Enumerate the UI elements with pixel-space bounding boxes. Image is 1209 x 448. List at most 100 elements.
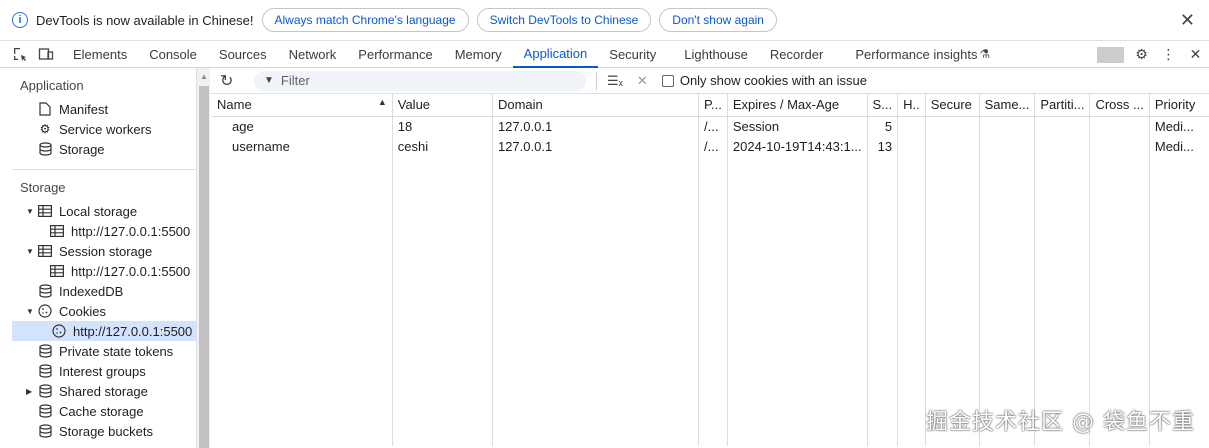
cell-priority: Medi...	[1154, 138, 1194, 154]
collapse-arrow-icon[interactable]: ▶	[26, 387, 36, 396]
tab-memory[interactable]: Memory	[444, 41, 513, 68]
tab-performance-insights[interactable]: Performance insights	[844, 41, 979, 68]
database-icon	[38, 284, 52, 298]
column-header-domain[interactable]: Domain	[492, 94, 700, 117]
delete-selected-icon[interactable]: ✕	[637, 73, 648, 89]
tab-sources[interactable]: Sources	[208, 41, 278, 68]
only-issues-checkbox[interactable]	[661, 74, 674, 87]
column-header-samesite[interactable]: Same...	[979, 94, 1036, 117]
cookies-table: Name ▲ Value Domain P... Expires / Max-Ag…	[212, 94, 1209, 446]
column-header-size[interactable]: S...	[867, 94, 899, 117]
cell-expires: Session	[727, 116, 868, 136]
refresh-icon[interactable]: ↻	[220, 71, 240, 91]
close-infobar-icon[interactable]: ✕	[1180, 10, 1195, 31]
expand-arrow-icon[interactable]: ▼	[26, 247, 36, 256]
device-toolbar-icon[interactable]	[38, 46, 54, 62]
database-icon	[38, 344, 52, 358]
table-icon	[50, 264, 64, 278]
tab-console[interactable]: Console	[138, 41, 208, 68]
database-icon	[38, 142, 52, 156]
sidebar-item-label: Interest groups	[59, 363, 146, 379]
sidebar-item-local-storage[interactable]: ▼ Local storage	[26, 201, 137, 221]
tab-elements[interactable]: Elements	[62, 41, 138, 68]
column-header-path[interactable]: P...	[698, 94, 728, 117]
settings-gear-icon[interactable]: ⚙	[1128, 46, 1155, 63]
only-issues-label: Only show cookies with an issue	[679, 73, 867, 88]
column-header-value[interactable]: Value	[392, 94, 493, 117]
sidebar-item-cache-storage[interactable]: Cache storage	[38, 401, 144, 421]
scroll-up-arrow-icon[interactable]: ▲	[200, 72, 208, 81]
column-header-name[interactable]: Name ▲	[212, 94, 393, 117]
tab-security[interactable]: Security	[598, 41, 667, 68]
column-header-expires[interactable]: Expires / Max-Age	[727, 94, 868, 117]
cell-priority: Medi...	[1154, 118, 1194, 134]
cell-name: username	[212, 136, 393, 156]
sidebar-item-service-workers[interactable]: ⚙ Service workers	[38, 119, 152, 139]
table-row[interactable]: username ceshi 127.0.0.1 /... 2024-10-19…	[212, 136, 1209, 156]
document-icon	[38, 102, 52, 116]
close-devtools-icon[interactable]: ✕	[1182, 46, 1209, 63]
column-header-cross-site[interactable]: Cross ...	[1089, 94, 1150, 117]
sidebar-item-cookies[interactable]: ▼ Cookies	[26, 301, 106, 321]
divider	[12, 169, 196, 170]
cell-secure	[925, 136, 980, 156]
tab-recorder[interactable]: Recorder	[759, 41, 834, 68]
sidebar-item-private-state-tokens[interactable]: Private state tokens	[38, 341, 173, 361]
application-sidebar: Application Manifest ⚙ Service workers S…	[0, 68, 196, 448]
sidebar-item-label: Cookies	[59, 303, 106, 319]
language-infobar: i DevTools is now available in Chinese! …	[0, 0, 1209, 40]
column-header-partition[interactable]: Partiti...	[1034, 94, 1091, 117]
sidebar-item-session-storage[interactable]: ▼ Session storage	[26, 241, 152, 261]
tab-application[interactable]: Application	[512, 41, 599, 68]
sidebar-scrollbar[interactable]: ▲	[196, 68, 210, 448]
cell-samesite	[979, 116, 1036, 136]
cell-secure	[925, 116, 980, 136]
tab-lighthouse[interactable]: Lighthouse	[673, 41, 759, 68]
clear-filtered-cookies-icon[interactable]: ☰ₓ	[607, 73, 623, 89]
dont-show-again-button[interactable]: Don't show again	[659, 8, 777, 32]
tab-performance[interactable]: Performance	[347, 41, 443, 68]
devtools-tabbar: Elements Console Sources Network Perform…	[0, 40, 1209, 68]
switch-to-chinese-button[interactable]: Switch DevTools to Chinese	[476, 8, 652, 32]
sidebar-item-label: Shared storage	[59, 383, 148, 399]
sidebar-item-label: Cache storage	[59, 403, 144, 419]
sidebar-item-label: http://127.0.0.1:5500	[71, 223, 191, 239]
cell-size: 13	[867, 136, 899, 156]
filter-icon: ▼	[264, 75, 274, 86]
expand-arrow-icon[interactable]: ▼	[26, 307, 36, 316]
table-icon	[38, 204, 52, 218]
filter-placeholder: Filter	[280, 73, 310, 88]
cell-httponly	[897, 136, 926, 156]
tab-network[interactable]: Network	[278, 41, 348, 68]
sidebar-item-local-storage-origin[interactable]: http://127.0.0.1:5500	[50, 221, 190, 241]
sidebar-item-storage[interactable]: Storage	[38, 139, 105, 159]
expand-arrow-icon[interactable]: ▼	[26, 207, 36, 216]
sidebar-item-label: Manifest	[59, 101, 109, 117]
watermark: 掘金技术社区 @ 袋鱼不重	[926, 410, 1195, 435]
more-options-icon[interactable]: ⋮	[1155, 46, 1182, 63]
sidebar-item-shared-storage[interactable]: ▶ Shared storage	[26, 381, 148, 401]
cell-cross-site	[1089, 116, 1150, 136]
column-header-secure[interactable]: Secure	[925, 94, 980, 117]
table-row[interactable]: age 18 127.0.0.1 /... Session 5 Medi...	[212, 116, 1209, 136]
sidebar-item-manifest[interactable]: Manifest	[38, 99, 108, 119]
always-match-language-button[interactable]: Always match Chrome's language	[261, 8, 469, 32]
cookie-icon	[52, 324, 66, 338]
sort-ascending-icon: ▲	[377, 97, 387, 108]
cell-value: 18	[392, 116, 493, 136]
table-header-row: Name ▲ Value Domain P... Expires / Max-Ag…	[212, 94, 1209, 117]
sidebar-item-label: IndexedDB	[59, 283, 124, 299]
sidebar-item-label: Private state tokens	[59, 343, 174, 359]
sidebar-item-cookies-origin[interactable]: http://127.0.0.1:5500	[12, 321, 196, 341]
inspect-element-icon[interactable]	[12, 46, 28, 62]
sidebar-item-session-storage-origin[interactable]: http://127.0.0.1:5500	[50, 261, 190, 281]
table-icon	[50, 224, 64, 238]
scrollbar-thumb[interactable]	[199, 86, 209, 448]
sidebar-item-interest-groups[interactable]: Interest groups	[38, 361, 146, 381]
column-header-priority[interactable]: Priority	[1149, 94, 1209, 117]
sidebar-item-indexeddb[interactable]: IndexedDB	[38, 281, 123, 301]
filter-input[interactable]: ▼ Filter	[254, 70, 586, 91]
cell-expires: 2024-10-19T14:43:1...	[727, 136, 868, 156]
sidebar-item-storage-buckets[interactable]: Storage buckets	[38, 421, 153, 441]
column-header-httponly[interactable]: H..	[897, 94, 926, 117]
